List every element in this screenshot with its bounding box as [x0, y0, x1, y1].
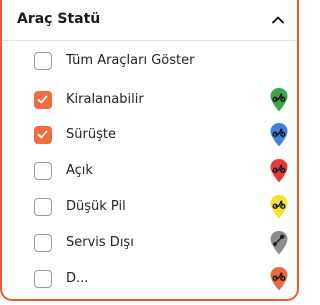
- filter-label: Servis Dışı: [66, 235, 134, 250]
- vehicle-status-panel: Araç Statü Tüm Araçları Göster Kiralanabi…: [0, 0, 299, 301]
- filter-row[interactable]: Sürüşte: [2, 122, 297, 148]
- filter-checkbox[interactable]: [34, 52, 52, 70]
- filter-row[interactable]: Düşük Pil: [2, 194, 297, 220]
- filter-label: Açık: [66, 163, 93, 178]
- scooter-pin-icon: [269, 266, 289, 292]
- scooter-pin-icon: [269, 122, 289, 148]
- filter-checkbox[interactable]: [34, 162, 52, 180]
- panel-title: Araç Statü: [17, 11, 101, 27]
- filter-label: Kiralanabilir: [66, 92, 144, 107]
- filter-row[interactable]: Açık: [2, 158, 297, 184]
- filter-label: Sürüşte: [66, 127, 116, 142]
- scooter-pin-icon: [269, 87, 289, 113]
- filter-checkbox[interactable]: [34, 91, 52, 109]
- filter-checkbox[interactable]: [34, 234, 52, 252]
- filter-checkbox[interactable]: [34, 126, 52, 144]
- filter-checkbox[interactable]: [34, 270, 52, 288]
- filter-row[interactable]: Tüm Araçları Göster: [2, 50, 297, 74]
- filter-label: Tüm Araçları Göster: [66, 53, 195, 68]
- scooter-pin-icon: [269, 158, 289, 184]
- chevron-up-icon[interactable]: [271, 12, 285, 26]
- filter-checkbox[interactable]: [34, 198, 52, 216]
- filter-row[interactable]: Kiralanabilir: [2, 87, 297, 113]
- filter-label: Düşük Pil: [66, 199, 126, 214]
- filter-row[interactable]: D...: [2, 266, 297, 292]
- panel-header[interactable]: Araç Statü: [2, 0, 297, 41]
- service-pin-icon: [269, 230, 289, 256]
- filter-row[interactable]: Servis Dışı: [2, 230, 297, 256]
- filter-label: D...: [66, 271, 89, 286]
- scooter-pin-icon: [269, 194, 289, 220]
